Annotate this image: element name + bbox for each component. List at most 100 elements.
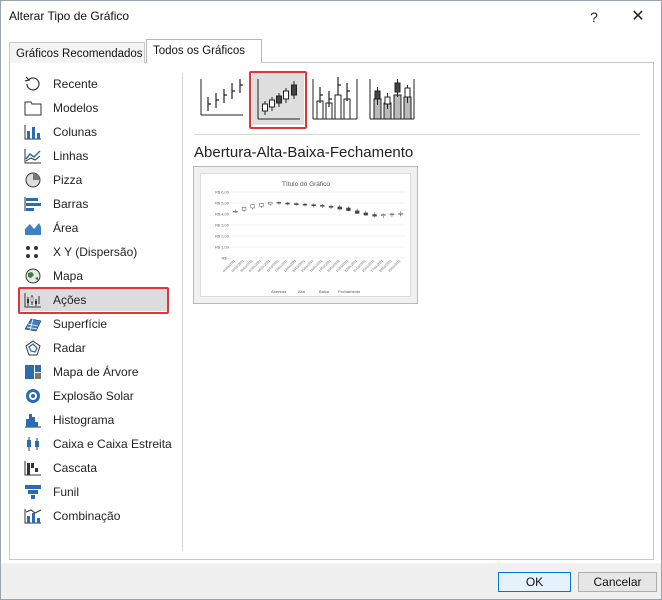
category-label: Caixa e Caixa Estreita — [53, 437, 172, 451]
category-treemap-chart[interactable]: Mapa de Árvore — [15, 361, 167, 383]
category-label: Explosão Solar — [53, 389, 134, 403]
y-tick-label: R$ 4,00 — [215, 212, 230, 217]
chart-preview-canvas: Título do Gráfico R$ 6,00 R$ 5,00 R$ 4,00 R$… — [200, 173, 411, 297]
selected-subtype-highlight — [249, 71, 307, 129]
legend-entry: Abertura — [271, 289, 287, 294]
category-histogram-chart[interactable]: Histograma — [15, 409, 167, 431]
ok-button[interactable]: OK — [498, 572, 571, 592]
category-waterfall-chart[interactable]: Cascata — [15, 457, 167, 479]
close-button[interactable]: ✕ — [625, 6, 651, 28]
category-surface-chart[interactable]: Superfície — [15, 313, 167, 335]
subtype-high-low-close[interactable] — [195, 73, 247, 125]
pie-chart-icon — [23, 171, 43, 189]
surface-chart-icon — [23, 315, 43, 333]
category-label: Funil — [53, 485, 80, 499]
category-column-chart[interactable]: Colunas — [15, 121, 167, 143]
dialog-title: Alterar Tipo de Gráfico — [9, 9, 130, 23]
category-label: Linhas — [53, 149, 89, 163]
selected-category-highlight — [18, 287, 169, 314]
candle-body — [250, 204, 255, 209]
box-whisker-chart-icon — [23, 435, 43, 453]
templates-icon — [23, 99, 43, 117]
category-label: Recente — [53, 77, 98, 91]
candle-body — [302, 203, 308, 206]
category-line-chart[interactable]: Linhas — [15, 145, 167, 167]
y-tick-label: R$ 5,00 — [215, 201, 230, 206]
candle-body — [241, 207, 247, 211]
candle-body — [337, 206, 342, 210]
recent-icon — [23, 75, 43, 93]
candle-body — [389, 213, 395, 216]
subtype-volume-high-low-close[interactable] — [309, 73, 361, 125]
cancel-button[interactable]: Cancelar — [578, 572, 657, 592]
scatter-chart-icon — [23, 243, 43, 261]
category-label: Colunas — [53, 125, 98, 139]
category-bar-chart[interactable]: Barras — [15, 193, 167, 215]
category-recent[interactable]: Recente — [15, 73, 167, 95]
treemap-chart-icon — [23, 363, 43, 381]
funnel-chart-icon — [23, 483, 43, 501]
category-combo-chart[interactable]: Combinação — [15, 505, 167, 527]
title-bar: Alterar Tipo de Gráfico ? ✕ — [1, 1, 661, 33]
change-chart-type-dialog: Alterar Tipo de Gráfico ? ✕ Gráficos Rec… — [0, 0, 662, 600]
area-chart-icon — [23, 219, 43, 237]
preview-chart-title: Título do Gráfico — [282, 181, 330, 188]
candle-body — [372, 214, 377, 217]
tab-all-charts[interactable]: Todos os Gráficos — [146, 39, 262, 63]
category-label: Cascata — [53, 461, 98, 475]
candle-body — [328, 206, 334, 208]
waterfall-chart-icon — [23, 459, 43, 477]
map-chart-icon — [23, 267, 43, 285]
category-funnel-chart[interactable]: Funil — [15, 481, 167, 503]
preview-chart-svg: Título do Gráfico R$ 6,00 R$ 5,00 R$ 4,00 R$… — [215, 181, 405, 294]
y-tick-label: R$ 3,00 — [215, 223, 230, 228]
category-box-whisker-chart[interactable]: Caixa e Caixa Estreita — [15, 433, 172, 455]
candle-body — [294, 203, 299, 205]
subtype-volume-open-high-low-close[interactable] — [366, 73, 418, 125]
legend-entry: Fechamento — [338, 289, 361, 294]
category-map-chart[interactable]: Mapa — [15, 265, 167, 287]
y-tick-label: R$ 1,00 — [215, 245, 230, 250]
category-pie-chart[interactable]: Pizza — [15, 169, 167, 191]
candle-body — [354, 210, 360, 214]
category-label: Mapa — [53, 269, 84, 283]
category-label: Radar — [53, 341, 86, 355]
candle-body — [346, 207, 351, 211]
candle-body — [363, 212, 369, 216]
candle-body — [259, 203, 264, 207]
category-area-chart[interactable]: Área — [15, 217, 167, 239]
legend-entry: Alta — [298, 289, 306, 294]
candle-body — [398, 213, 403, 215]
chart-preview[interactable]: Título do Gráfico R$ 6,00 R$ 5,00 R$ 4,00 R$… — [193, 166, 418, 304]
tab-recommended-charts[interactable]: Gráficos Recomendados — [9, 42, 145, 63]
volume-open-high-low-close-icon — [369, 79, 415, 120]
y-tick-label: R$ 6,00 — [215, 190, 230, 195]
legend-entry: Baixa — [319, 289, 330, 294]
column-chart-icon — [23, 123, 43, 141]
candle-body — [276, 202, 282, 204]
volume-high-low-close-icon — [312, 77, 358, 120]
category-label: Modelos — [53, 101, 99, 115]
category-templates[interactable]: Modelos — [15, 97, 167, 119]
combo-chart-icon — [23, 507, 43, 525]
radar-chart-icon — [23, 339, 43, 357]
category-sunburst-chart[interactable]: Explosão Solar — [15, 385, 167, 407]
candle-body — [267, 202, 273, 205]
candle-body — [233, 211, 238, 213]
category-label: Mapa de Árvore — [53, 365, 139, 379]
line-chart-icon — [23, 147, 43, 165]
category-label: Histograma — [53, 413, 115, 427]
candle-body — [285, 202, 290, 205]
category-label: Área — [53, 221, 79, 235]
vertical-divider — [182, 73, 183, 551]
high-low-close-icon — [200, 79, 243, 116]
category-scatter-chart[interactable]: X Y (Dispersão) — [15, 241, 167, 263]
help-button[interactable]: ? — [582, 6, 606, 28]
category-label: Superfície — [53, 317, 108, 331]
horizontal-divider — [194, 134, 640, 135]
category-label: Pizza — [53, 173, 83, 187]
category-radar-chart[interactable]: Radar — [15, 337, 167, 359]
category-label: X Y (Dispersão) — [53, 245, 138, 259]
sunburst-chart-icon — [23, 387, 43, 405]
category-label: Barras — [53, 197, 89, 211]
